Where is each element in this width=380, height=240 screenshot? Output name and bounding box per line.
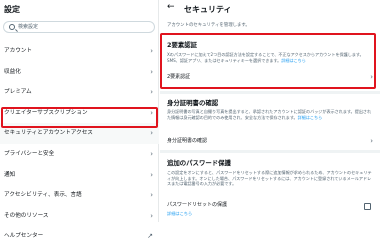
chevron-right-icon: › xyxy=(150,191,153,200)
password-reset-protect-checkbox[interactable] xyxy=(364,203,371,210)
password-protection-description: この設定をオンにすると、パスワードをリセットする際に追加情報が求められるため、ア… xyxy=(167,170,372,187)
menu-item-monetization[interactable]: 収益化 › xyxy=(0,62,159,83)
settings-title: 設定 xyxy=(4,5,20,14)
menu-item-privacy[interactable]: プライバシーと安全 › xyxy=(0,144,159,165)
menu-item-label: ヘルプセンター xyxy=(4,233,44,240)
id-verification-title: 身分証明書の確認 xyxy=(167,99,219,107)
back-arrow-icon[interactable]: ← xyxy=(167,2,175,12)
menu-item-label: 収益化 xyxy=(4,68,21,75)
chevron-right-icon: › xyxy=(150,149,153,158)
menu-item-resources[interactable]: その他のリソース › xyxy=(0,206,159,227)
highlight-box xyxy=(1,107,158,128)
password-protection-title: 追加のパスワード保護 xyxy=(167,159,231,167)
settings-menu: アカウント › 収益化 › プレミアム › クリエイターサブスクリプション › セキュリ… xyxy=(0,41,159,240)
chevron-right-icon: › xyxy=(150,88,153,97)
menu-item-premium[interactable]: プレミアム › xyxy=(0,82,159,103)
id-verification-learn-more-link[interactable]: 詳細はこちら xyxy=(298,115,323,120)
id-verification-description: 身分証明書の写真と自撮り写真を提出すると、承認されたアカウントに認証のバッジが表… xyxy=(167,109,373,120)
menu-item-account[interactable]: アカウント › xyxy=(0,41,159,62)
menu-item-label: アクセシビリティ、表示、言語 xyxy=(4,192,82,199)
password-learn-more-link[interactable]: 詳細はこちら xyxy=(167,211,192,217)
menu-item-label: セキュリティとアカウントアクセス xyxy=(4,130,93,137)
search-icon xyxy=(9,24,15,30)
menu-item-label: プレミアム xyxy=(4,89,32,96)
row-label: パスワードリセットの保護 xyxy=(167,202,228,208)
security-panel: ← セキュリティ アカウントのセキュリティを管理します。 2要素認証 Xのパスワ… xyxy=(160,0,380,222)
menu-item-accessibility[interactable]: アクセシビリティ、表示、言語 › xyxy=(0,185,159,206)
section-divider xyxy=(160,91,380,94)
highlight-box xyxy=(160,33,376,89)
chevron-right-icon: › xyxy=(150,67,153,76)
settings-sidebar: 設定 検索設定 アカウント › 収益化 › プレミアム › クリエイターサブスクリプシ… xyxy=(0,0,159,240)
menu-item-label: プライバシーと安全 xyxy=(4,150,55,157)
menu-item-notifications[interactable]: 通知 › xyxy=(0,165,159,186)
external-link-icon: ↗ xyxy=(147,232,153,240)
menu-item-label: その他のリソース xyxy=(4,212,49,219)
id-verification-row[interactable]: 身分証明書の確認 › xyxy=(167,137,373,145)
section-divider xyxy=(160,150,380,153)
chevron-right-icon: › xyxy=(150,47,153,55)
chevron-right-icon: › xyxy=(150,211,153,220)
chevron-right-icon: › xyxy=(150,170,153,179)
page-title: セキュリティ xyxy=(184,5,232,14)
id-verification-description-text: 身分証明書の写真と自撮り写真を提出すると、承認されたアカウントに認証のバッジが表… xyxy=(167,109,372,120)
menu-item-label: アカウント xyxy=(4,48,32,54)
search-placeholder: 検索設定 xyxy=(18,24,39,30)
password-reset-protect-row[interactable]: パスワードリセットの保護 xyxy=(167,201,373,209)
menu-item-label: 通知 xyxy=(4,171,16,178)
chevron-right-icon: › xyxy=(370,137,373,145)
page-subtitle: アカウントのセキュリティを管理します。 xyxy=(167,23,250,28)
search-input[interactable]: 検索設定 xyxy=(3,21,155,33)
menu-item-help-center[interactable]: ヘルプセンター ↗ xyxy=(0,226,159,240)
row-label: 身分証明書の確認 xyxy=(167,138,208,144)
